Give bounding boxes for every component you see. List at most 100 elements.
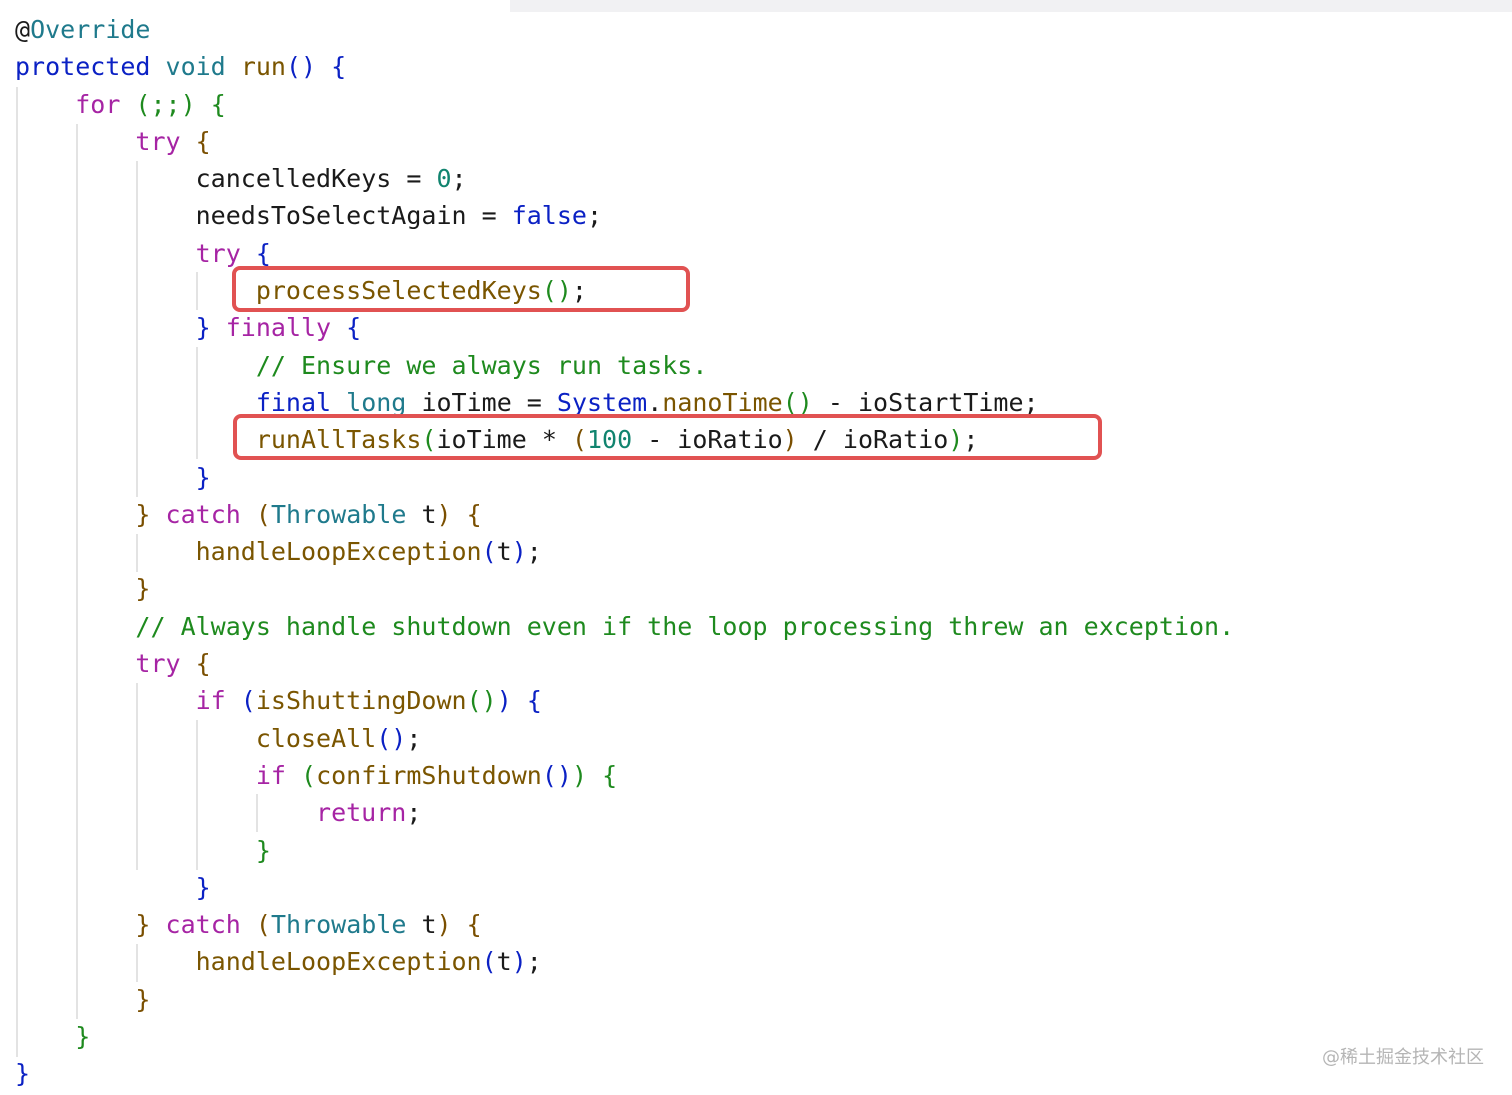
code-token: Throwable xyxy=(270,499,407,529)
code-line: } catch (Throwable t) { xyxy=(15,906,1512,943)
code-line: } catch (Throwable t) { xyxy=(15,496,1512,533)
code-token: { xyxy=(466,910,482,940)
code-token: () xyxy=(466,686,497,716)
code-token: for xyxy=(75,89,121,119)
code-line: } xyxy=(15,981,1512,1018)
code-token: finally xyxy=(225,313,332,343)
code-token: 0 xyxy=(436,164,452,194)
code-token: } xyxy=(135,910,151,940)
code-token: ( xyxy=(255,910,271,940)
code-token: () xyxy=(376,723,407,753)
code-token: ) xyxy=(436,499,452,529)
code-token: { xyxy=(255,238,271,268)
highlight-box-process-selected-keys xyxy=(232,266,690,312)
code-token: // Always handle shutdown even if the lo… xyxy=(135,611,1235,641)
code-token: false xyxy=(511,201,587,231)
code-token: closeAll xyxy=(255,723,377,753)
code-token: ( xyxy=(255,499,271,529)
indent-guide xyxy=(196,272,198,310)
code-token: Override xyxy=(30,15,151,44)
code-token: ) xyxy=(571,760,588,790)
code-token: { xyxy=(331,52,347,82)
code-line: handleLoopException(t); xyxy=(15,943,1512,980)
code-token: (;;) xyxy=(135,89,196,119)
code-token: } xyxy=(255,835,271,865)
code-token: ; xyxy=(451,164,467,194)
code-token: if xyxy=(195,686,226,716)
code-line: } finally { xyxy=(15,309,1512,346)
code-token: try xyxy=(195,238,241,268)
watermark: @稀土掘金技术社区 xyxy=(1322,1047,1484,1068)
code-token: { xyxy=(195,126,211,156)
code-token: } xyxy=(195,462,211,492)
indent-guide xyxy=(16,87,18,1057)
indent-guide xyxy=(136,161,138,497)
code-line: for (;;) { xyxy=(15,86,1512,123)
code-token: - ioStartTime; xyxy=(812,387,1039,417)
code-token: try xyxy=(135,126,181,156)
code-token: ; xyxy=(526,947,542,977)
code-token: } xyxy=(195,872,211,902)
code-token: Throwable xyxy=(270,910,407,940)
code-line: } xyxy=(15,869,1512,906)
code-line: protected void run() { xyxy=(15,48,1512,85)
code-token: final xyxy=(255,387,332,417)
code-token: ; xyxy=(586,201,603,231)
code-token: t xyxy=(406,910,437,940)
indent-guide xyxy=(136,944,138,982)
code-token: // Ensure we always run tasks. xyxy=(255,350,708,380)
code-token: catch xyxy=(165,499,241,529)
code-token: long xyxy=(346,387,407,417)
code-token: ( xyxy=(301,760,317,790)
code-token: () xyxy=(782,387,813,417)
code-token: } xyxy=(75,1022,91,1052)
code-token: ) xyxy=(436,910,452,940)
code-token: ; xyxy=(406,723,422,753)
code-token: handleLoopException xyxy=(195,537,482,567)
code-line: handleLoopException(t); xyxy=(15,533,1512,570)
code-token: ( xyxy=(240,686,256,716)
highlight-box-run-all-tasks xyxy=(233,414,1102,460)
code-token: () xyxy=(285,52,317,82)
code-line: closeAll(); xyxy=(15,720,1512,757)
code-token: try xyxy=(135,649,181,679)
code-token: @ xyxy=(15,15,31,44)
code-token: ) xyxy=(511,537,527,567)
code-token: t xyxy=(406,499,437,529)
code-editor: @Override protected void run() { for (;;)… xyxy=(15,11,1512,1093)
code-token: { xyxy=(210,89,226,119)
code-token: } xyxy=(135,574,151,604)
code-token: . xyxy=(647,387,663,417)
code-token: isShuttingDown xyxy=(255,686,467,716)
code-line: needsToSelectAgain = false; xyxy=(15,197,1512,234)
code-token: ) xyxy=(511,947,527,977)
code-token: confirmShutdown xyxy=(316,760,542,790)
code-line: if (confirmShutdown()) { xyxy=(15,757,1512,794)
code-line: @Override xyxy=(15,11,1512,48)
code-token: cancelledKeys = xyxy=(195,164,437,194)
indent-guide xyxy=(136,683,138,870)
code-token: void xyxy=(165,52,226,82)
code-token: { xyxy=(526,686,542,716)
